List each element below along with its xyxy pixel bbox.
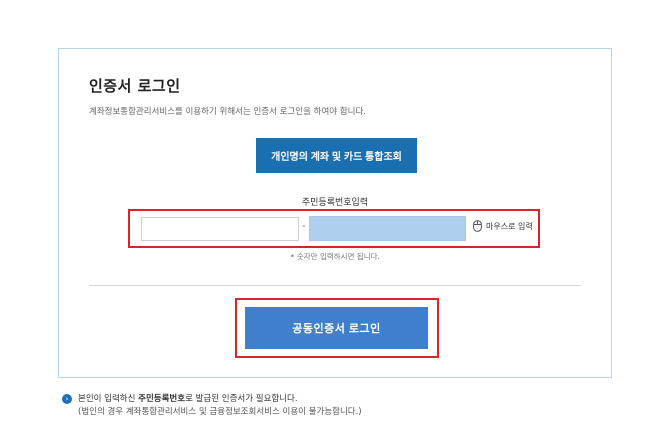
notice-line-1: 본인이 입력하신 주민등록번호로 발급된 인증서가 필요합니다. xyxy=(78,393,362,406)
login-button-highlight: 공동인증서 로그인 xyxy=(235,298,439,358)
rrn-dash: - xyxy=(302,221,306,232)
mouse-input-button[interactable]: 마우스로 입력 xyxy=(473,220,533,232)
notice-line-2: (법인의 경우 계좌통합관리서비스 및 금융정보조회서비스 이용이 불가능합니다… xyxy=(78,407,362,417)
notice-line-1-suffix: 로 발급된 인증서가 필요합니다. xyxy=(185,394,298,404)
rrn-front-input[interactable] xyxy=(141,217,299,241)
page-subtitle: 계좌정보통합관리서비스를 이용하기 위해서는 인증서 로그인을 하여야 합니다. xyxy=(89,107,366,117)
certificate-login-button[interactable]: 공동인증서 로그인 xyxy=(245,307,428,349)
integrated-inquiry-button[interactable]: 개인명의 계좌 및 카드 통합조회 xyxy=(256,138,417,173)
notice: › 본인이 입력하신 주민등록번호로 발급된 인증서가 필요합니다. (법인의 … xyxy=(62,393,362,419)
mouse-input-label: 마우스로 입력 xyxy=(486,221,533,231)
info-bullet-icon: › xyxy=(62,394,72,404)
rrn-hint: • 숫자만 입력하시면 됩니다. xyxy=(290,252,380,261)
page-title: 인증서 로그인 xyxy=(89,77,181,95)
mouse-icon xyxy=(473,220,482,232)
divider xyxy=(89,285,581,286)
notice-line-1-bold: 주민등록번호 xyxy=(138,394,186,404)
rrn-label: 주민등록번호입력 xyxy=(301,198,369,208)
rrn-input-group: - 마우스로 입력 xyxy=(128,209,540,248)
rrn-back-input[interactable] xyxy=(309,216,466,241)
certificate-login-panel: 인증서 로그인 계좌정보통합관리서비스를 이용하기 위해서는 인증서 로그인을 … xyxy=(58,48,612,378)
notice-line-1-prefix: 본인이 입력하신 xyxy=(78,394,139,404)
